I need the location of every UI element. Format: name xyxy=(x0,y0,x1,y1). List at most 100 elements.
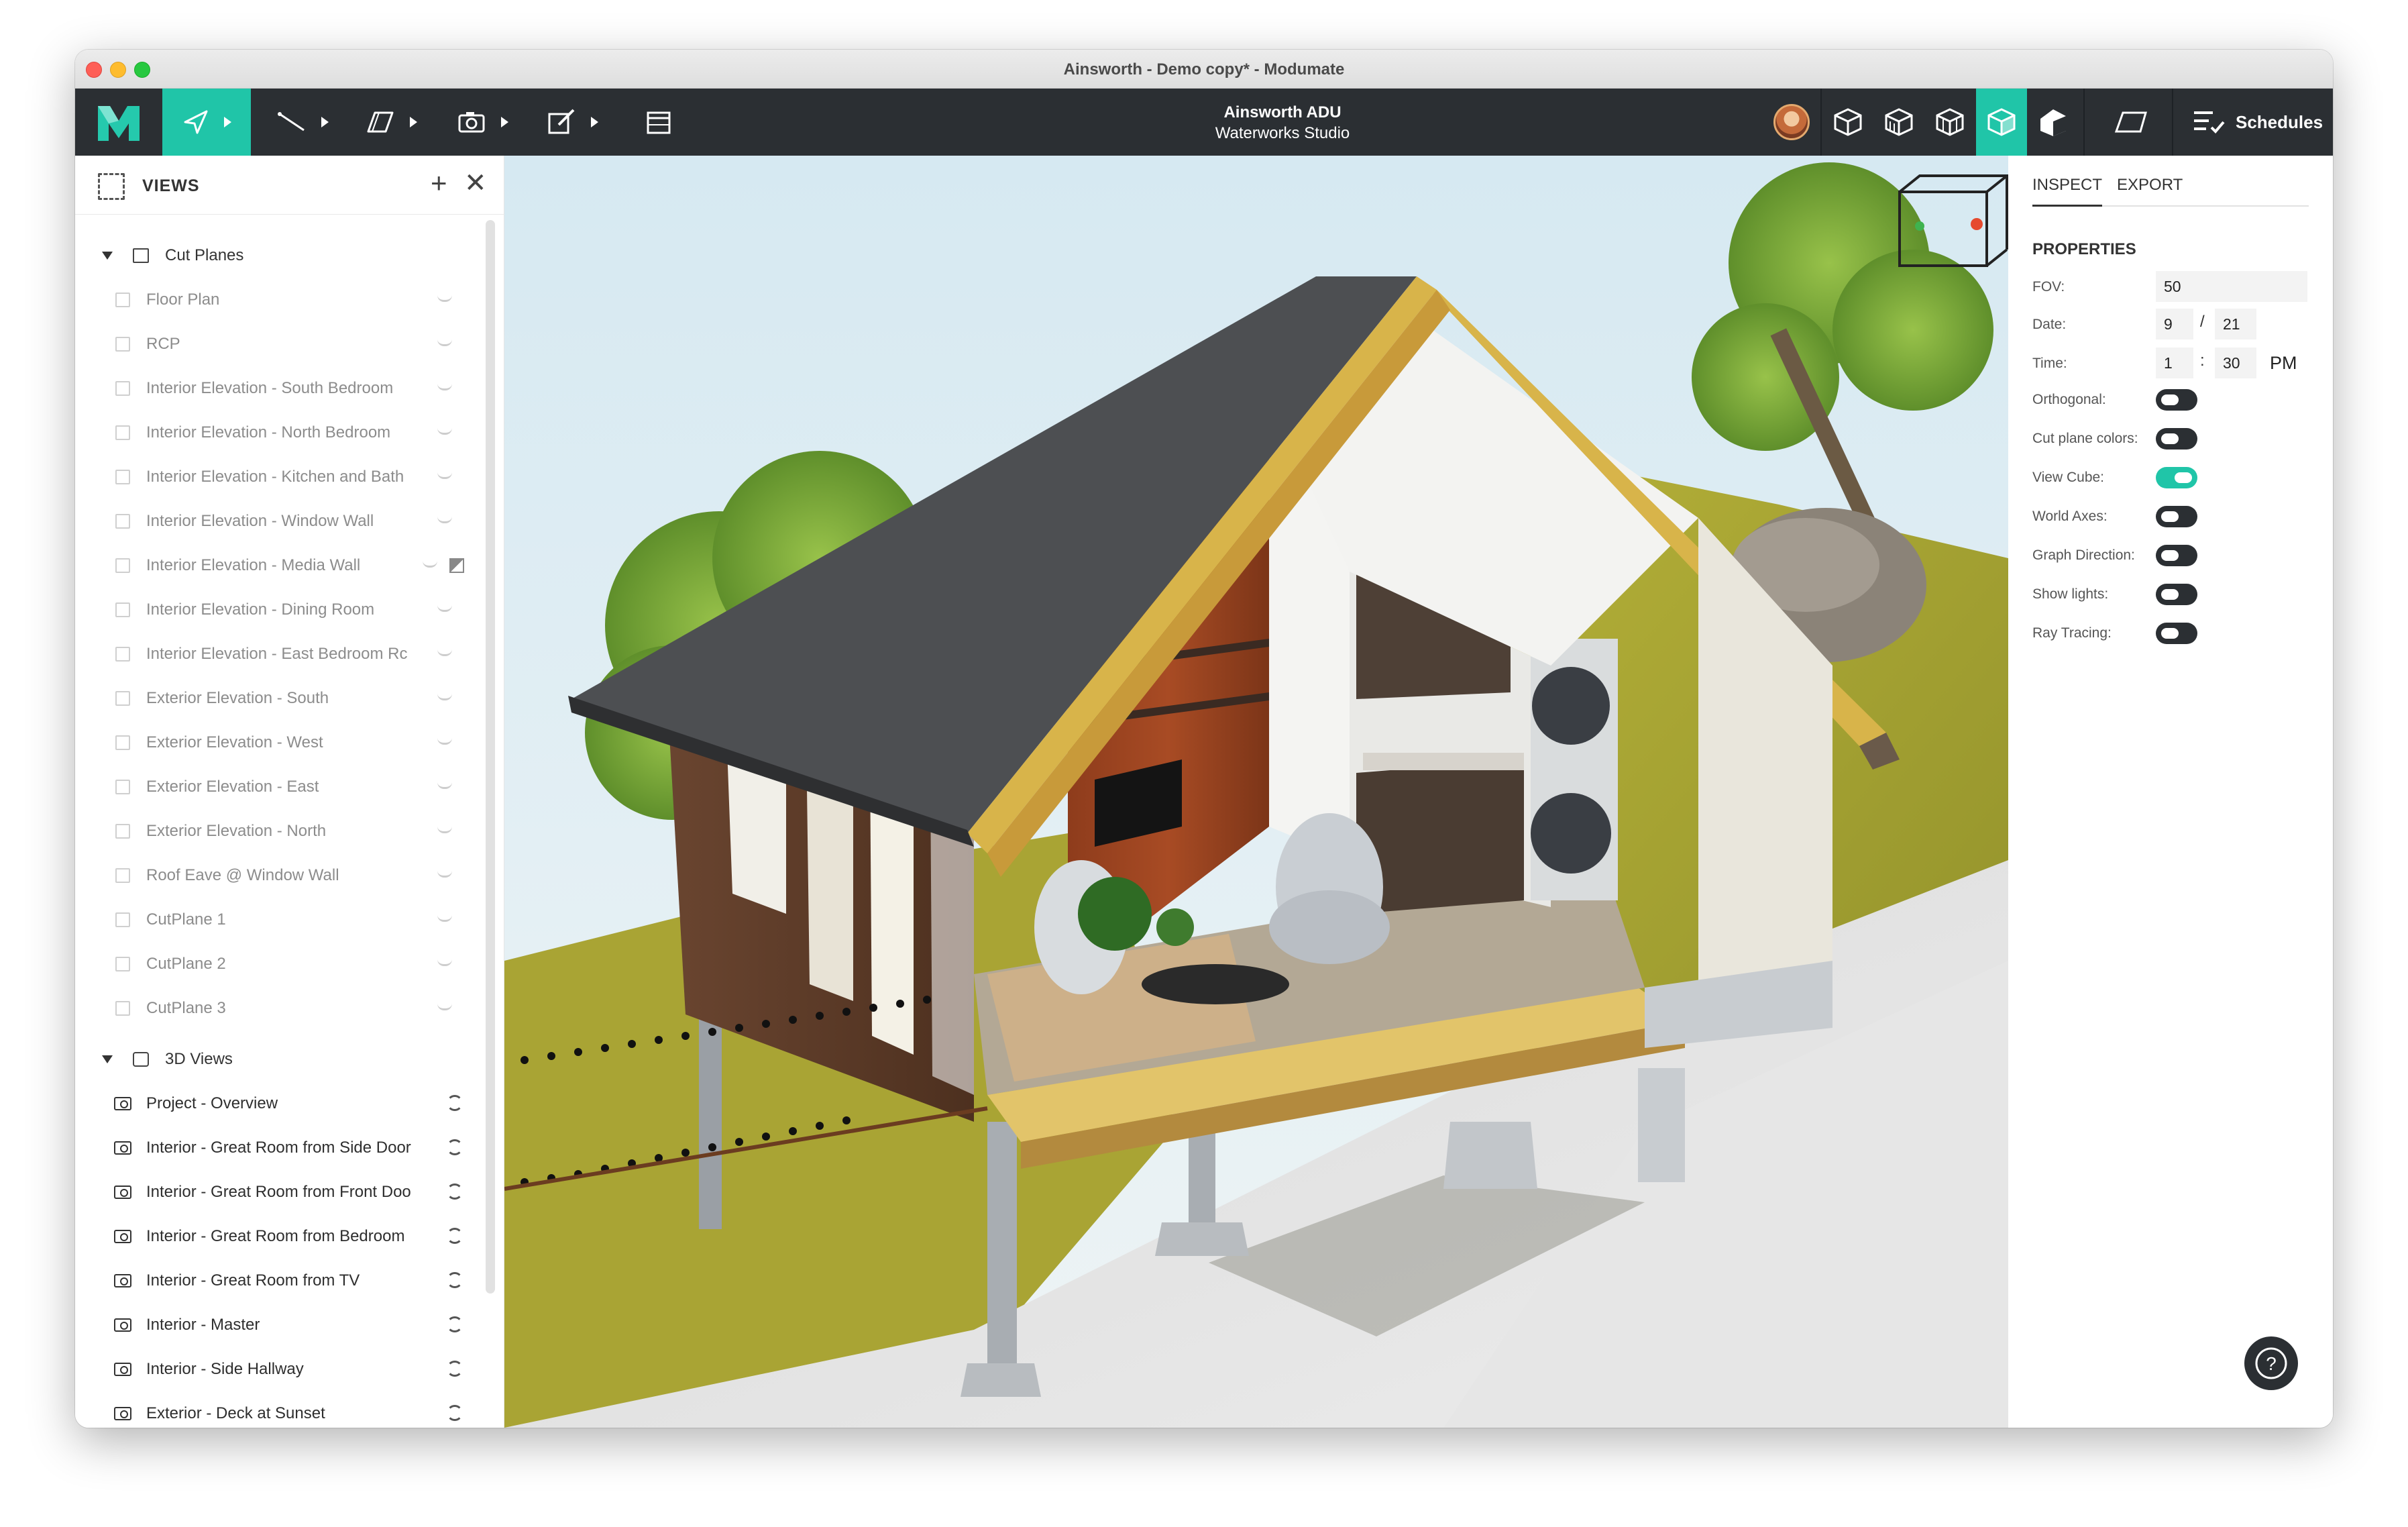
hidden-eye-icon[interactable] xyxy=(437,339,452,346)
visibility-checkbox[interactable] xyxy=(115,1001,130,1016)
group-cut-planes[interactable]: Cut Planes xyxy=(75,233,478,278)
toggle-switch[interactable] xyxy=(2156,389,2197,411)
hidden-eye-icon[interactable] xyxy=(437,605,452,612)
saved-view-item[interactable]: Interior - Great Room from Bedroom xyxy=(75,1214,478,1259)
visibility-checkbox[interactable] xyxy=(115,868,130,883)
date-month-input[interactable]: 9 xyxy=(2156,309,2193,339)
help-button[interactable]: ? xyxy=(2244,1336,2298,1390)
refresh-icon[interactable] xyxy=(447,1095,463,1111)
cut-plane-item[interactable]: Exterior Elevation - North xyxy=(75,809,478,853)
visibility-checkbox[interactable] xyxy=(115,293,130,307)
cut-plane-item[interactable]: Interior Elevation - Kitchen and Bath xyxy=(75,455,478,499)
hidden-eye-icon[interactable] xyxy=(437,472,452,479)
3d-viewport[interactable] xyxy=(504,156,2008,1428)
visibility-checkbox[interactable] xyxy=(115,912,130,927)
views-scrollbar[interactable] xyxy=(486,220,495,1294)
cut-plane-item[interactable]: Exterior Elevation - South xyxy=(75,676,478,721)
cut-plane-item[interactable]: Interior Elevation - Dining Room xyxy=(75,588,478,632)
cut-plane-item[interactable]: CutPlane 1 xyxy=(75,898,478,942)
time-ampm-toggle[interactable]: PM xyxy=(2270,353,2297,374)
caret-down-icon[interactable] xyxy=(102,252,113,260)
hidden-eye-icon[interactable] xyxy=(437,915,452,922)
visibility-checkbox[interactable] xyxy=(115,780,130,794)
hidden-eye-icon[interactable] xyxy=(437,1004,452,1010)
refresh-icon[interactable] xyxy=(447,1183,463,1200)
saved-view-item[interactable]: Interior - Master xyxy=(75,1303,478,1347)
refresh-icon[interactable] xyxy=(447,1405,463,1421)
cut-plane-item[interactable]: Interior Elevation - Window Wall xyxy=(75,499,478,543)
close-panel-button[interactable]: ✕ xyxy=(464,169,487,197)
add-view-button[interactable]: + xyxy=(431,169,447,197)
refresh-icon[interactable] xyxy=(447,1361,463,1377)
view-mode-wireframe-button[interactable] xyxy=(1823,89,1873,156)
cut-plane-thumbnail-icon[interactable] xyxy=(449,558,464,573)
schedules-button[interactable]: Schedules xyxy=(2191,89,2323,156)
plane-tool-button[interactable] xyxy=(351,89,431,156)
date-day-input[interactable]: 21 xyxy=(2215,309,2256,339)
hidden-eye-icon[interactable] xyxy=(437,959,452,966)
group-3d-views[interactable]: 3D Views xyxy=(75,1037,478,1082)
toggle-switch[interactable] xyxy=(2156,467,2197,488)
camera-tool-button[interactable] xyxy=(443,89,522,156)
hidden-eye-icon[interactable] xyxy=(437,517,452,523)
hidden-eye-icon[interactable] xyxy=(437,694,452,700)
view-mode-hidden-line-button[interactable] xyxy=(1874,89,1924,156)
refresh-icon[interactable] xyxy=(447,1316,463,1332)
time-hour-input[interactable]: 1 xyxy=(2156,348,2193,378)
visibility-checkbox[interactable] xyxy=(115,647,130,662)
cut-plane-item[interactable]: Interior Elevation - Media Wall xyxy=(75,543,478,588)
select-tool-button[interactable] xyxy=(162,89,251,156)
visibility-checkbox[interactable] xyxy=(115,824,130,839)
cut-plane-item[interactable]: CutPlane 2 xyxy=(75,942,478,986)
toggle-switch[interactable] xyxy=(2156,623,2197,644)
tab-inspect[interactable]: INSPECT xyxy=(2032,172,2103,207)
tab-export[interactable]: EXPORT xyxy=(2117,172,2183,207)
toggle-switch[interactable] xyxy=(2156,545,2197,566)
user-avatar-button[interactable] xyxy=(1767,89,1816,156)
visibility-checkbox[interactable] xyxy=(115,735,130,750)
visibility-checkbox[interactable] xyxy=(115,425,130,440)
refresh-icon[interactable] xyxy=(447,1228,463,1244)
cut-plane-item[interactable]: CutPlane 3 xyxy=(75,986,478,1031)
fov-input[interactable]: 50 xyxy=(2156,271,2307,302)
cut-plane-item[interactable]: Roof Eave @ Window Wall xyxy=(75,853,478,898)
hidden-eye-icon[interactable] xyxy=(437,649,452,656)
toggle-switch[interactable] xyxy=(2156,584,2197,605)
saved-view-item[interactable]: Interior - Great Room from TV xyxy=(75,1259,478,1303)
line-tool-button[interactable] xyxy=(263,89,342,156)
cut-plane-item[interactable]: Interior Elevation - East Bedroom Rc xyxy=(75,632,478,676)
visibility-checkbox[interactable] xyxy=(115,602,130,617)
cut-plane-item[interactable]: Exterior Elevation - West xyxy=(75,721,478,765)
modumate-logo[interactable] xyxy=(75,89,162,156)
view-mode-cutaway-button[interactable] xyxy=(2028,89,2078,156)
saved-view-item[interactable]: Project - Overview xyxy=(75,1082,478,1126)
store-tool-button[interactable] xyxy=(625,89,692,156)
hidden-eye-icon[interactable] xyxy=(437,827,452,833)
saved-view-item[interactable]: Exterior - Deck at Sunset xyxy=(75,1391,478,1428)
time-minute-input[interactable]: 30 xyxy=(2215,348,2256,378)
toggle-switch[interactable] xyxy=(2156,428,2197,450)
refresh-icon[interactable] xyxy=(447,1139,463,1155)
visibility-checkbox[interactable] xyxy=(115,957,130,971)
hidden-eye-icon[interactable] xyxy=(437,295,452,302)
visibility-checkbox[interactable] xyxy=(115,337,130,352)
cut-plane-item[interactable]: Interior Elevation - South Bedroom xyxy=(75,366,478,411)
view-mode-xray-button[interactable] xyxy=(1925,89,1975,156)
plan-view-button[interactable] xyxy=(2087,89,2175,156)
hidden-eye-icon[interactable] xyxy=(437,738,452,745)
saved-view-item[interactable]: Interior - Side Hallway xyxy=(75,1347,478,1391)
refresh-icon[interactable] xyxy=(447,1272,463,1288)
rendered-scene[interactable] xyxy=(504,156,2008,1428)
edit-tool-button[interactable] xyxy=(533,89,612,156)
caret-down-icon[interactable] xyxy=(102,1055,113,1063)
view-mode-shaded-button[interactable] xyxy=(1976,89,2027,156)
saved-view-item[interactable]: Interior - Great Room from Front Doo xyxy=(75,1170,478,1214)
hidden-eye-icon[interactable] xyxy=(437,384,452,390)
visibility-checkbox[interactable] xyxy=(115,691,130,706)
cut-plane-item[interactable]: Interior Elevation - North Bedroom xyxy=(75,411,478,455)
cut-plane-item[interactable]: Exterior Elevation - East xyxy=(75,765,478,809)
hidden-eye-icon[interactable] xyxy=(437,428,452,435)
visibility-checkbox[interactable] xyxy=(115,381,130,396)
cut-plane-item[interactable]: RCP xyxy=(75,322,478,366)
hidden-eye-icon[interactable] xyxy=(437,782,452,789)
